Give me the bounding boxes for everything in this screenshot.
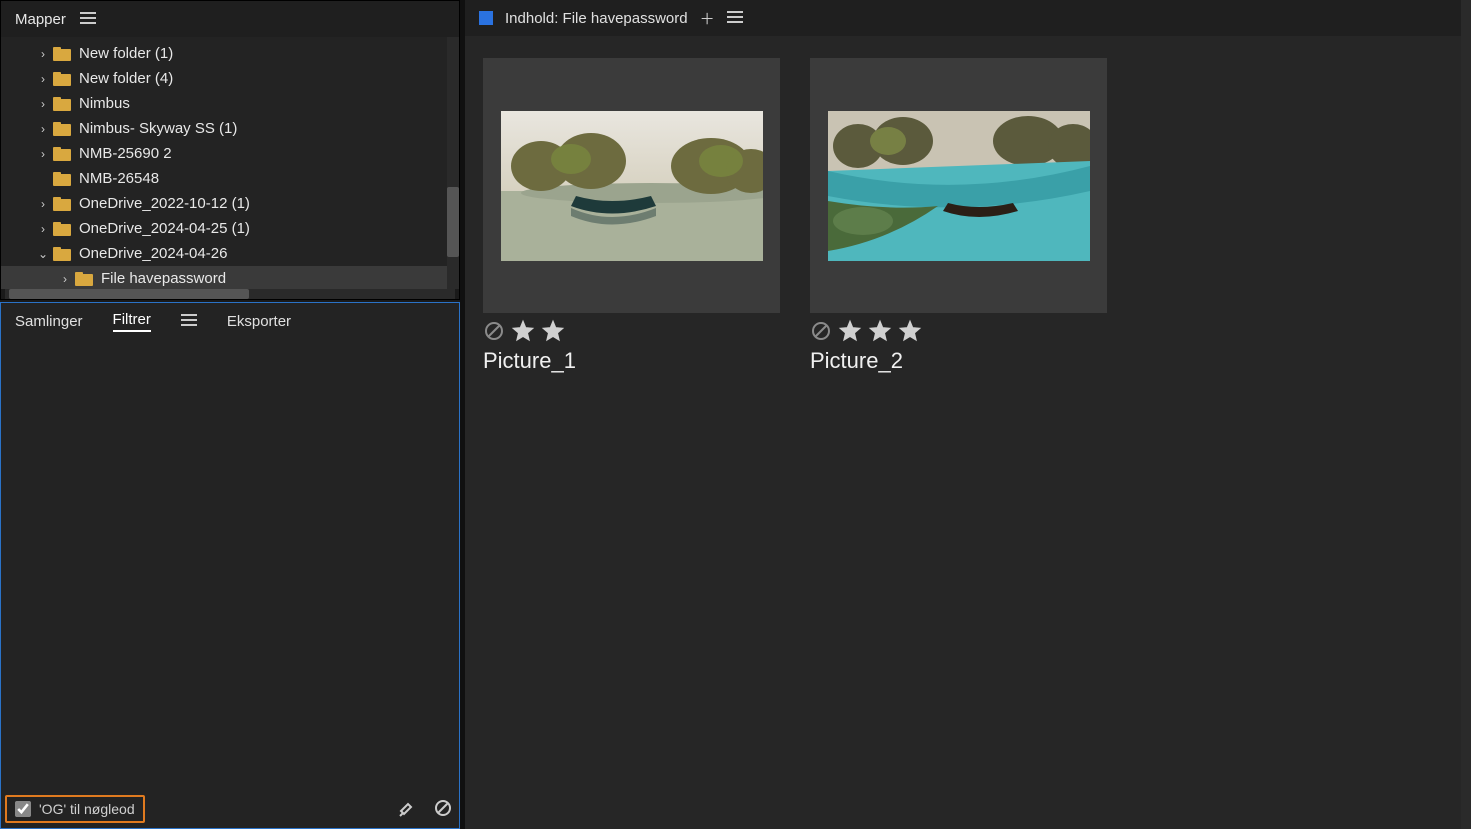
folder-label: NMB-26548 (79, 170, 159, 187)
hamburger-icon[interactable] (80, 11, 96, 28)
folder-label: New folder (4) (79, 70, 173, 87)
horizontal-scrollbar[interactable] (5, 289, 455, 299)
folder-icon (75, 272, 93, 286)
thumbnail[interactable] (810, 58, 1107, 313)
folder-label: OneDrive_2024-04-26 (79, 245, 227, 262)
panel-indicator-icon (479, 11, 493, 25)
content-item[interactable]: Picture_1 (483, 58, 780, 374)
folder-tree-item[interactable]: › Nimbus (1, 91, 459, 116)
folder-tree-item[interactable]: ›NMB-26548 (1, 166, 459, 191)
folder-label: OneDrive_2024-04-25 (1) (79, 220, 250, 237)
chevron-right-icon[interactable]: › (33, 72, 53, 86)
folder-icon (53, 122, 71, 136)
vertical-scrollbar[interactable] (447, 37, 459, 289)
folder-label: New folder (1) (79, 45, 173, 62)
chevron-right-icon[interactable]: › (33, 47, 53, 61)
reject-icon[interactable] (483, 320, 505, 345)
folder-label: OneDrive_2022-10-12 (1) (79, 195, 250, 212)
folder-label: Nimbus (79, 95, 130, 112)
og-checkbox-input[interactable] (15, 801, 31, 817)
folder-icon (53, 47, 71, 61)
tab-eksporter[interactable]: Eksporter (227, 313, 291, 330)
star-icon[interactable] (541, 319, 565, 346)
og-keyword-checkbox[interactable]: 'OG' til nøgleod (5, 795, 145, 823)
folders-panel: Mapper › New folder (1) › New folder (4) › Ni… (0, 0, 460, 300)
filter-footer: 'OG' til nøgleod (1, 790, 459, 828)
cancel-icon[interactable] (433, 798, 453, 821)
folder-tree-item[interactable]: › Nimbus- Skyway SS (1) (1, 116, 459, 141)
folders-panel-title: Mapper (15, 11, 66, 28)
chevron-right-icon[interactable]: › (33, 97, 53, 111)
star-icon[interactable] (868, 319, 892, 346)
folder-tree-item[interactable]: › OneDrive_2024-04-25 (1) (1, 216, 459, 241)
tab-filtrer[interactable]: Filtrer (113, 311, 151, 332)
folder-icon (53, 147, 71, 161)
filter-body (1, 339, 459, 790)
hamburger-icon[interactable] (727, 10, 743, 27)
vertical-scrollbar[interactable] (1461, 0, 1471, 829)
content-item[interactable]: Picture_2 (810, 58, 1107, 374)
item-meta (483, 319, 780, 346)
filter-tabs: Samlinger Filtrer Eksporter (1, 303, 459, 339)
folder-tree[interactable]: › New folder (1) › New folder (4) › Nimbus › Ni… (1, 37, 459, 289)
folder-tree-item[interactable]: › NMB-25690 2 (1, 141, 459, 166)
star-icon[interactable] (511, 319, 535, 346)
chevron-right-icon[interactable]: › (55, 272, 75, 286)
content-header: Indhold: File havepassword ＋ (465, 0, 1471, 36)
og-checkbox-label: 'OG' til nøgleod (39, 801, 135, 817)
pin-icon[interactable] (397, 798, 417, 821)
folder-icon (53, 197, 71, 211)
chevron-down-icon[interactable]: ⌄ (33, 247, 53, 261)
folder-icon (53, 72, 71, 86)
folder-tree-item[interactable]: › New folder (1) (1, 41, 459, 66)
item-title: Picture_1 (483, 348, 780, 374)
chevron-right-icon[interactable]: › (33, 197, 53, 211)
tab-samlinger[interactable]: Samlinger (15, 313, 83, 330)
item-title: Picture_2 (810, 348, 1107, 374)
chevron-right-icon[interactable]: › (33, 222, 53, 236)
filter-panel: Samlinger Filtrer Eksporter 'OG' til nøg… (0, 302, 460, 829)
add-tab-icon[interactable]: ＋ (700, 8, 715, 29)
thumbnail[interactable] (483, 58, 780, 313)
star-icon[interactable] (898, 319, 922, 346)
reject-icon[interactable] (810, 320, 832, 345)
folder-tree-item[interactable]: › File havepassword (1, 266, 459, 289)
folders-panel-header: Mapper (1, 1, 459, 37)
star-icon[interactable] (838, 319, 862, 346)
chevron-right-icon[interactable]: › (33, 122, 53, 136)
item-meta (810, 319, 1107, 346)
content-title: Indhold: File havepassword (505, 10, 688, 27)
folder-icon (53, 172, 71, 186)
folder-icon (53, 247, 71, 261)
folder-tree-item[interactable]: ⌄ OneDrive_2024-04-26 (1, 241, 459, 266)
folder-label: NMB-25690 2 (79, 145, 172, 162)
folder-label: Nimbus- Skyway SS (1) (79, 120, 237, 137)
folder-tree-item[interactable]: › OneDrive_2022-10-12 (1) (1, 191, 459, 216)
hamburger-icon[interactable] (181, 313, 197, 330)
chevron-right-icon[interactable]: › (33, 147, 53, 161)
folder-tree-item[interactable]: › New folder (4) (1, 66, 459, 91)
folder-icon (53, 97, 71, 111)
folder-label: File havepassword (101, 270, 226, 287)
folder-icon (53, 222, 71, 236)
content-grid[interactable]: Picture_1 Picture_2 (465, 36, 1471, 829)
